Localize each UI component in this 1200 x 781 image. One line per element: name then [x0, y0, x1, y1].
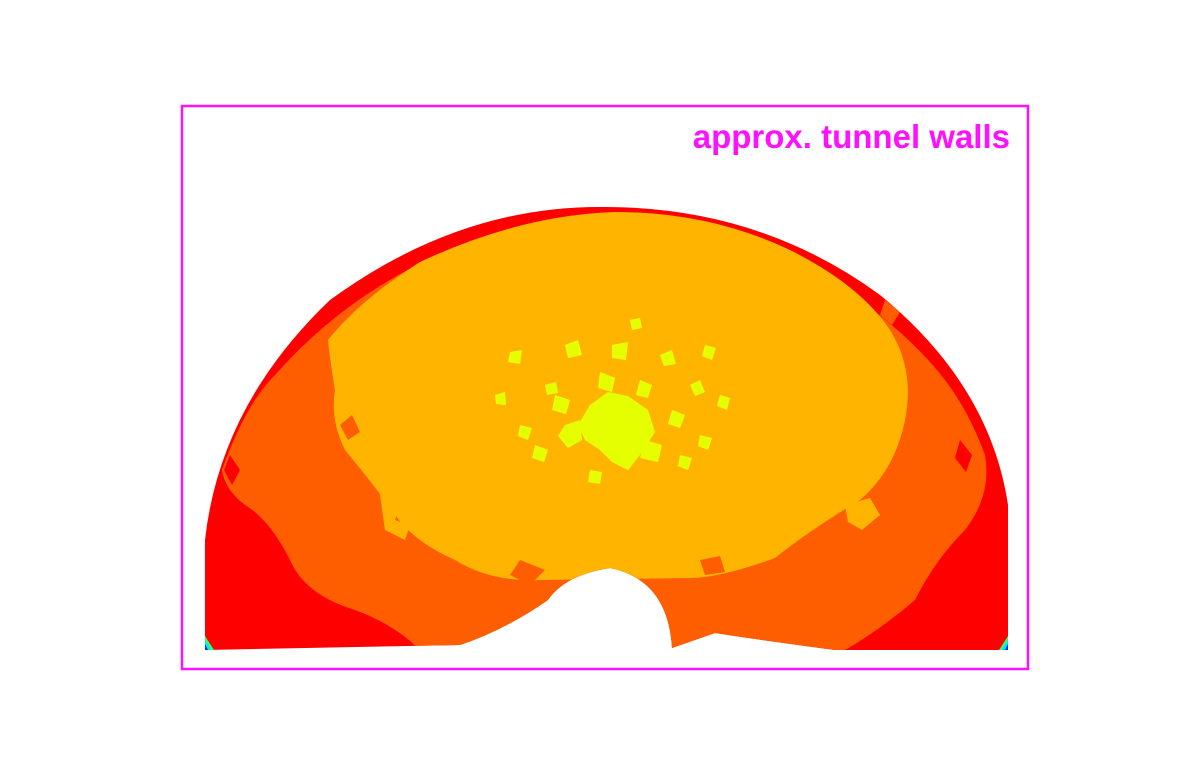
flow-contour-figure: approx. tunnel walls — [180, 104, 1030, 671]
contour-field — [205, 206, 1008, 650]
figure-canvas: approx. tunnel walls — [0, 0, 1200, 781]
tunnel-walls-label: approx. tunnel walls — [693, 118, 1010, 155]
